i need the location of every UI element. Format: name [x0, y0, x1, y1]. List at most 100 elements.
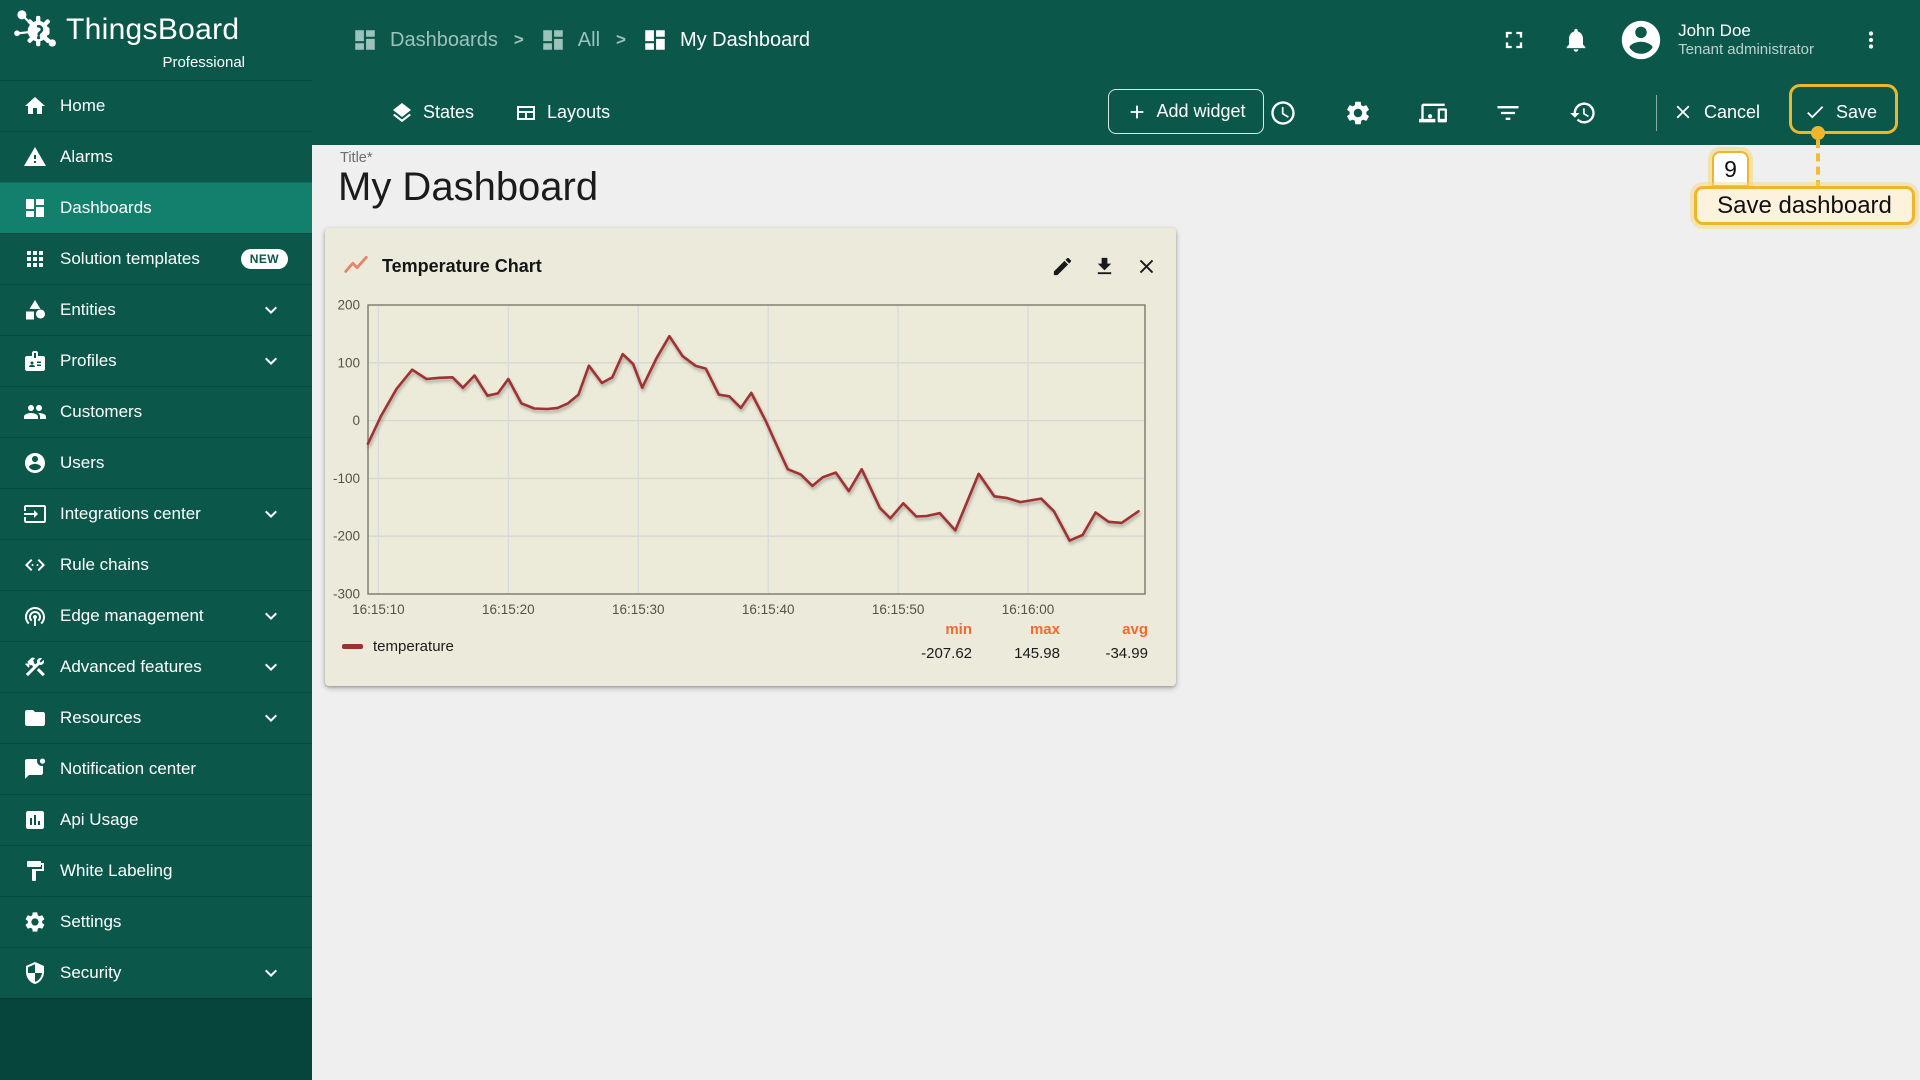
breadcrumb-separator: >: [513, 30, 524, 49]
sidebar-item-label: Security: [60, 963, 122, 982]
chevron-down-icon: [265, 510, 277, 518]
fullscreen-icon: [1505, 31, 1523, 49]
tab-states[interactable]: States: [390, 101, 474, 125]
sidebar-item-label: Profiles: [60, 351, 117, 370]
sidebar-item-advanced-features[interactable]: Advanced features: [0, 641, 312, 692]
sidebar-item-white-labeling[interactable]: White Labeling: [0, 845, 312, 896]
api-usage-icon: [26, 811, 44, 829]
filter-button[interactable]: [1494, 99, 1522, 127]
sidebar-item-solution-templates[interactable]: Solution templates NEW: [0, 233, 312, 284]
legend-swatch: [342, 644, 363, 649]
dashboards-icon: [26, 199, 44, 217]
thingsboard-app: ThingsBoard Professional Home Alarms Dashb…: [0, 0, 1920, 1080]
toolbar-divider: [1656, 95, 1657, 131]
legend-series-label[interactable]: temperature: [373, 638, 454, 655]
version-history-button[interactable]: [1569, 99, 1597, 127]
sidebar-item-settings[interactable]: Settings: [0, 896, 312, 947]
header-controls: John Doe Tenant administrator: [1500, 0, 1920, 80]
legend-stat-avg: avg -34.99: [1105, 621, 1148, 662]
user-name: John Doe: [1678, 21, 1751, 40]
sidebar-item-label: Api Usage: [60, 810, 139, 829]
close-icon: [1676, 105, 1690, 119]
y-axis-tick-label: 0: [352, 413, 360, 428]
sidebar: ThingsBoard Professional Home Alarms Dashb…: [0, 0, 312, 1080]
sidebar-item-customers[interactable]: Customers: [0, 386, 312, 437]
resources-icon: [25, 710, 45, 726]
logo[interactable]: ThingsBoard Professional: [0, 0, 312, 80]
logo-title: ThingsBoard: [66, 13, 240, 46]
sidebar-item-home[interactable]: Home: [0, 80, 312, 131]
chevron-down-icon: [265, 306, 277, 314]
rule-chains-icon: [25, 559, 45, 571]
sidebar-item-label: Alarms: [60, 147, 113, 166]
temperature-line-chart: 200 100 0 -100 -200 -30016:15:10 16:15:20 16:15…: [333, 298, 1146, 617]
sidebar-item-entities[interactable]: Entities: [0, 284, 312, 335]
time-window-button[interactable]: [1269, 99, 1297, 127]
sidebar-item-dashboards[interactable]: Dashboards: [0, 182, 312, 233]
sidebar-item-alarms[interactable]: Alarms: [0, 131, 312, 182]
dashboard-title-label: Title*: [340, 150, 373, 166]
x-axis-tick-label: 16:15:30: [612, 602, 665, 617]
sidebar-item-label: Settings: [60, 912, 122, 931]
dashboards-icon: [543, 30, 563, 50]
sidebar-item-label: Rule chains: [60, 555, 149, 574]
cancel-button[interactable]: Cancel: [1672, 92, 1760, 132]
breadcrumb-label: My Dashboard: [679, 28, 811, 51]
bell-icon: [1566, 28, 1586, 52]
settings-icon: [25, 912, 45, 932]
add-widget-button[interactable]: Add widget: [1108, 89, 1264, 134]
header-menu-button[interactable]: [1858, 27, 1884, 53]
sidebar-item-notification-center[interactable]: Notification center: [0, 743, 312, 794]
breadcrumb-item-dashboards[interactable]: Dashboards: [352, 27, 498, 53]
plus-icon: [1131, 105, 1144, 118]
dashboard-title-value[interactable]: My Dashboard: [338, 165, 598, 210]
sidebar-item-profiles[interactable]: Profiles: [0, 335, 312, 386]
sidebar-item-label: Entities: [60, 300, 116, 319]
breadcrumb-item-my-dashboard: My Dashboard: [642, 27, 810, 53]
breadcrumb-item-all[interactable]: All: [540, 27, 600, 53]
sidebar-item-integrations-center[interactable]: Integrations center: [0, 488, 312, 539]
white-labeling-icon: [27, 861, 44, 881]
y-axis-tick-label: -200: [333, 529, 360, 544]
advanced-features-icon: [25, 657, 45, 677]
manage-layouts-button[interactable]: [1419, 99, 1447, 127]
user-info[interactable]: John Doe Tenant administrator: [1678, 20, 1814, 60]
breadcrumb-label: Dashboards: [390, 28, 498, 51]
sidebar-item-api-usage[interactable]: Api Usage: [0, 794, 312, 845]
save-button[interactable]: Save: [1804, 92, 1877, 132]
sidebar-item-security[interactable]: Security: [0, 947, 312, 998]
tab-layouts[interactable]: Layouts: [514, 101, 610, 125]
y-axis-tick-label: -100: [333, 471, 360, 486]
account-circle-icon: [1621, 20, 1661, 60]
temperature-chart-widget[interactable]: Temperature Chart 200 100 0 -100 -200 -300 16:…: [325, 228, 1176, 686]
chevron-down-icon: [265, 357, 277, 365]
devices-icon: [1419, 103, 1447, 122]
sidebar-item-users[interactable]: Users: [0, 437, 312, 488]
annotation-save-dashboard-label: Save dashboard: [1694, 186, 1915, 225]
sidebar-item-rule-chains[interactable]: Rule chains: [0, 539, 312, 590]
y-axis-tick-label: 200: [337, 298, 360, 313]
notifications-button[interactable]: [1562, 26, 1590, 54]
chevron-down-icon: [265, 663, 277, 671]
history-icon: [1570, 102, 1595, 123]
dashboard-settings-button[interactable]: [1344, 99, 1372, 127]
x-axis-tick-label: 16:15:10: [352, 602, 405, 617]
layouts-icon: [517, 105, 536, 120]
sidebar-item-edge-management[interactable]: Edge management: [0, 590, 312, 641]
save-label: Save: [1836, 101, 1878, 122]
integrations-icon: [24, 505, 46, 523]
fullscreen-button[interactable]: [1500, 26, 1528, 54]
sidebar-item-resources[interactable]: Resources: [0, 692, 312, 743]
states-icon: [393, 102, 411, 122]
kebab-menu-icon: [1868, 31, 1874, 49]
breadcrumb-separator: >: [616, 30, 626, 49]
sidebar-item-label: Notification center: [60, 759, 197, 778]
dashboard-canvas: Title* My Dashboard Temperature Chart 20…: [312, 145, 1920, 1080]
y-axis-tick-label: 100: [337, 355, 360, 370]
toolbar-tabs: States Layouts: [390, 80, 610, 145]
y-axis-tick-label: -300: [333, 587, 360, 602]
alarms-icon: [24, 147, 46, 166]
check-icon: [1807, 106, 1824, 119]
avatar[interactable]: [1618, 17, 1664, 63]
sidebar-item-label: Resources: [60, 708, 142, 727]
